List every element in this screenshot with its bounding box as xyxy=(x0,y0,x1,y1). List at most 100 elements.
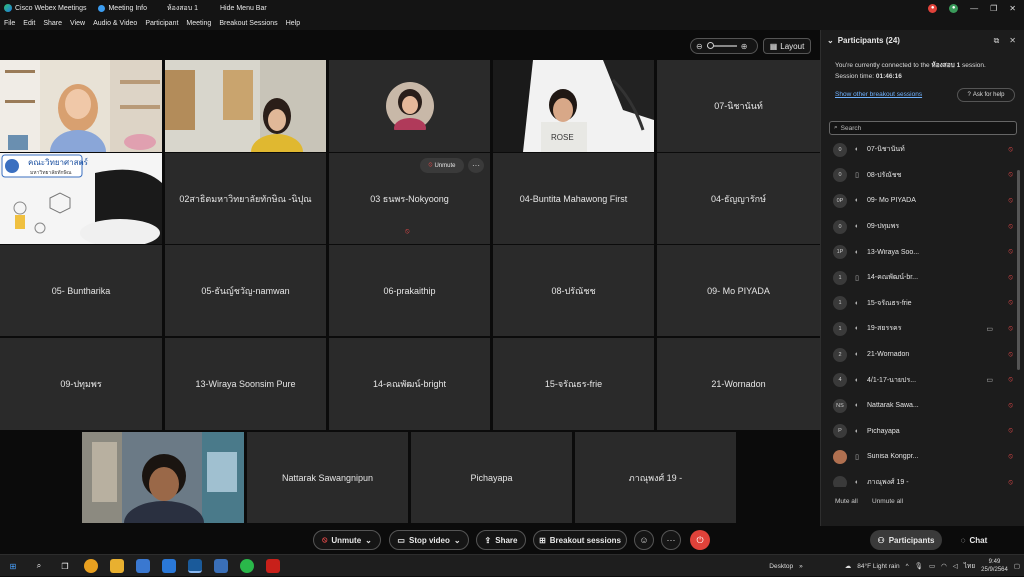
video-tile-22[interactable]: Nattarak Sawangnipun xyxy=(247,432,408,523)
zoom-in-icon[interactable]: ⊕ xyxy=(741,42,748,51)
chat-button[interactable]: ◌ Chat xyxy=(952,530,996,550)
participant-row[interactable]: 4 ◐ 4/1-17-นายปร... ▭ ⦸ xyxy=(829,367,1019,393)
video-tile-11[interactable]: 05- Buntharika xyxy=(0,245,162,336)
search-icon[interactable]: ⌕ xyxy=(32,559,46,573)
windows-start-icon[interactable]: ⊞ xyxy=(6,559,20,573)
participant-row[interactable]: 0P ◐ 09- Mo PIYADA ⦸ xyxy=(829,188,1019,214)
hide-menu-bar-button[interactable]: Hide Menu Bar xyxy=(220,5,267,12)
meeting-info-button[interactable]: Meeting Info xyxy=(98,4,147,12)
participant-row[interactable]: ▯ Sunisa Kongpr... ⦸ xyxy=(829,444,1019,470)
minimize-icon[interactable]: — xyxy=(970,4,978,13)
participant-row[interactable]: 1 ◐ 19-สยรรคร ▭ ⦸ xyxy=(829,316,1019,342)
share-button[interactable]: ⇪ Share xyxy=(476,530,526,550)
layout-button[interactable]: ▦ Layout xyxy=(763,38,811,54)
video-tile-23[interactable]: Pichayapa xyxy=(411,432,572,523)
participant-row[interactable]: P ◐ Pichayapa ⦸ xyxy=(829,419,1019,445)
video-tile-4[interactable]: ROSE xyxy=(493,60,654,152)
acrobat-icon[interactable] xyxy=(266,559,280,573)
task-view-icon[interactable]: ❐ xyxy=(58,559,72,573)
line-icon[interactable] xyxy=(240,559,254,573)
video-tile-10[interactable]: 04-ธัญญารักษ์ xyxy=(657,153,820,244)
show-other-sessions-link[interactable]: Show other breakout sessions xyxy=(835,91,922,98)
webex-taskbar-icon[interactable] xyxy=(188,559,202,573)
file-explorer-icon[interactable] xyxy=(110,559,124,573)
mute-all-button[interactable]: Mute all xyxy=(835,498,858,505)
participant-row[interactable]: 1 ▯ 14-คณพัฒน์-br... ⦸ xyxy=(829,265,1019,291)
wifi-icon[interactable]: ◠ xyxy=(941,562,947,570)
menu-breakout[interactable]: Breakout Sessions xyxy=(219,20,277,27)
participant-row[interactable]: 1P ◐ 13-Wiraya Soo... ⦸ xyxy=(829,239,1019,265)
menu-meeting[interactable]: Meeting xyxy=(186,20,211,27)
menu-participant[interactable]: Participant xyxy=(145,20,178,27)
menu-file[interactable]: File xyxy=(4,20,15,27)
unmute-all-button[interactable]: Unmute all xyxy=(872,498,903,505)
participant-search-input[interactable]: ⌕ Search xyxy=(829,121,1017,135)
breakout-sessions-button[interactable]: ⊞ Breakout sessions xyxy=(533,530,627,550)
video-tile-18[interactable]: 14-คณพัฒน์-bright xyxy=(329,338,490,430)
mic-icon[interactable]: 🎙 xyxy=(915,562,923,570)
zoom-out-icon[interactable]: ⊖ xyxy=(696,42,703,51)
popout-icon[interactable]: ⧉ xyxy=(994,36,1000,46)
leave-meeting-button[interactable]: ⏻ xyxy=(690,530,710,550)
collapse-chevron-icon[interactable]: ⌄ xyxy=(827,36,834,45)
participant-row[interactable]: 0 ▯ 08-ปรัณัชช ⦸ xyxy=(829,163,1019,189)
participant-list-scrollbar[interactable] xyxy=(1017,170,1020,370)
participant-row[interactable]: ◐ ภาณุพงศ์ 19 - ⦸ xyxy=(829,470,1019,487)
ask-for-help-button[interactable]: ? Ask for help xyxy=(957,88,1015,102)
chrome-icon[interactable] xyxy=(84,559,98,573)
language-indicator[interactable]: ไทย xyxy=(964,561,975,571)
mic-muted-icon[interactable]: ⦸ xyxy=(1008,325,1013,333)
video-tile-2[interactable] xyxy=(165,60,326,152)
mic-muted-icon[interactable]: ⦸ xyxy=(1008,376,1013,384)
video-tile-15[interactable]: 09- Mo PIYADA xyxy=(657,245,820,336)
video-tile-17[interactable]: 13-Wiraya Soonsim Pure xyxy=(165,338,326,430)
video-tile-1[interactable] xyxy=(0,60,162,152)
video-tile-3[interactable] xyxy=(329,60,490,152)
word-icon[interactable] xyxy=(214,559,228,573)
video-tile-14[interactable]: 08-ปรัณัชช xyxy=(493,245,654,336)
close-icon[interactable]: ✕ xyxy=(1009,36,1016,46)
stop-video-button[interactable]: ▭ Stop video ⌄ xyxy=(389,530,469,550)
mic-muted-icon[interactable]: ⦸ xyxy=(1008,299,1013,307)
mail-icon[interactable] xyxy=(162,559,176,573)
mic-muted-icon[interactable]: ⦸ xyxy=(1008,479,1013,487)
mic-muted-icon[interactable]: ⦸ xyxy=(1008,274,1013,282)
more-options-button[interactable]: ··· xyxy=(661,530,681,550)
video-tile-13[interactable]: 06-prakaithip xyxy=(329,245,490,336)
menu-edit[interactable]: Edit xyxy=(23,20,35,27)
clock[interactable]: 9:49 25/9/2564 xyxy=(981,558,1008,574)
video-tile-16[interactable]: 09-ปทุมพร xyxy=(0,338,162,430)
mic-muted-icon[interactable]: ⦸ xyxy=(1008,351,1013,359)
menu-view[interactable]: View xyxy=(70,20,85,27)
weather-widget[interactable]: 84°F Light rain xyxy=(857,563,899,570)
video-tile-12[interactable]: 05-ธันญ์ชวัญ-namwan xyxy=(165,245,326,336)
mic-muted-icon[interactable]: ⦸ xyxy=(1008,146,1013,154)
avatar-icon[interactable]: ● xyxy=(928,3,938,13)
menu-share[interactable]: Share xyxy=(43,20,62,27)
close-icon[interactable]: ✕ xyxy=(1009,4,1016,13)
restore-icon[interactable]: ❐ xyxy=(990,4,997,13)
video-tile-9[interactable]: 04-Buntita Mahawong First xyxy=(493,153,654,244)
desktop-toolbar[interactable]: Desktop xyxy=(769,563,793,570)
participant-row[interactable]: 0 ◐ 09-ปทุมพร ⦸ xyxy=(829,214,1019,240)
video-tile-8[interactable]: 03 ธนพร-Nokyoong ⦸ xyxy=(329,153,490,244)
notifications-icon[interactable]: ▢ xyxy=(1014,562,1020,570)
network-icon[interactable]: ▭ xyxy=(929,562,935,570)
tray-expand-icon[interactable]: ^ xyxy=(906,563,909,570)
mic-muted-icon[interactable]: ⦸ xyxy=(1008,171,1013,179)
participant-row[interactable]: 2 ◐ 21-Wornadon ⦸ xyxy=(829,342,1019,368)
volume-icon[interactable]: ◁ xyxy=(953,562,958,570)
zoom-slider-knob[interactable] xyxy=(706,42,714,49)
video-tile-20[interactable]: 21-Wornadon xyxy=(657,338,820,430)
chevron-icon[interactable]: » xyxy=(799,563,803,570)
zoom-control[interactable]: ⊖ ⊕ xyxy=(690,38,758,54)
participant-row[interactable]: 0 ◐ 07-นิชานันท์ ⦸ xyxy=(829,137,1019,163)
video-tile-21[interactable] xyxy=(82,432,244,523)
mic-muted-icon[interactable]: ⦸ xyxy=(1008,453,1013,461)
video-tile-19[interactable]: 15-จรัณธร-frie xyxy=(493,338,654,430)
mic-muted-icon[interactable]: ⦸ xyxy=(1008,427,1013,435)
tile-unmute-button[interactable]: ⦸ Unmute xyxy=(420,158,464,173)
menu-help[interactable]: Help xyxy=(286,20,300,27)
video-tile-6[interactable]: คณะวิทยาศาสตร์ มหาวิทยาลัยทักษิณ xyxy=(0,153,162,244)
participants-button[interactable]: ⚇ Participants xyxy=(870,530,942,550)
